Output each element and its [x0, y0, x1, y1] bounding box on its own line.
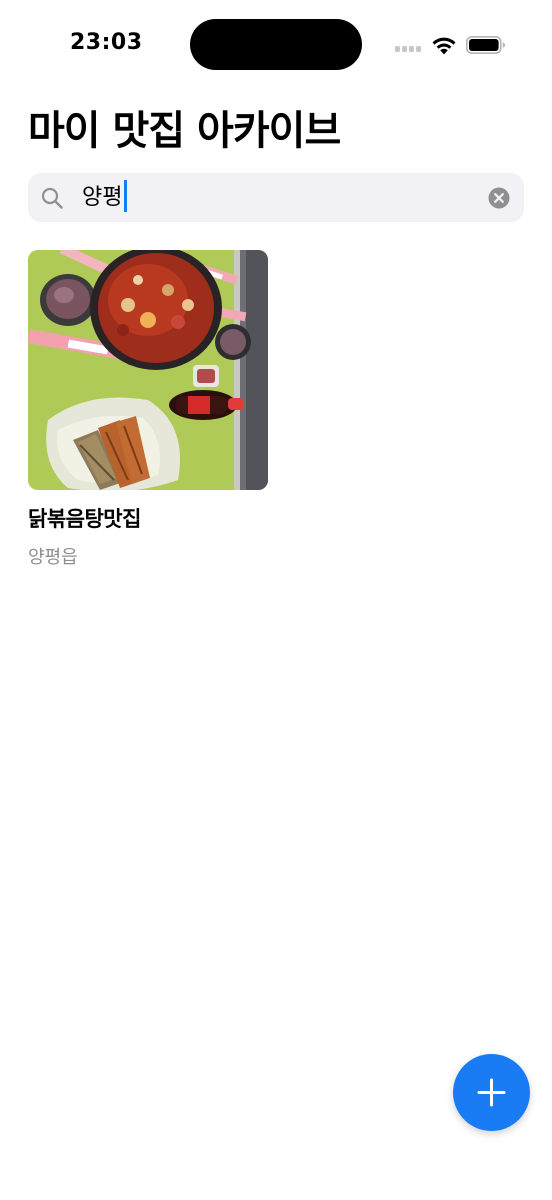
clear-icon[interactable] [488, 187, 510, 209]
cellular-signal-icon [395, 46, 423, 52]
wifi-icon [432, 37, 456, 55]
restaurant-location: 양평읍 [28, 547, 78, 568]
search-bar[interactable]: 양평 [28, 173, 524, 222]
search-input[interactable]: 양평 [82, 173, 128, 222]
food-photo [28, 250, 268, 490]
dynamic-island [190, 19, 362, 70]
search-input-value: 양평 [82, 185, 123, 210]
restaurant-name: 닭볶음탕맛집 [28, 507, 141, 531]
status-bar: 23:03 [0, 0, 552, 90]
status-time: 23:03 [70, 30, 143, 55]
plus-icon [477, 1078, 506, 1107]
search-icon [41, 187, 63, 209]
restaurant-card[interactable]: 닭볶음탕맛집 양평읍 [28, 250, 268, 569]
add-restaurant-button[interactable] [453, 1054, 530, 1131]
text-cursor [124, 180, 128, 212]
battery-icon [466, 36, 505, 54]
page-title: 마이 맛집 아카이브 [28, 108, 341, 154]
